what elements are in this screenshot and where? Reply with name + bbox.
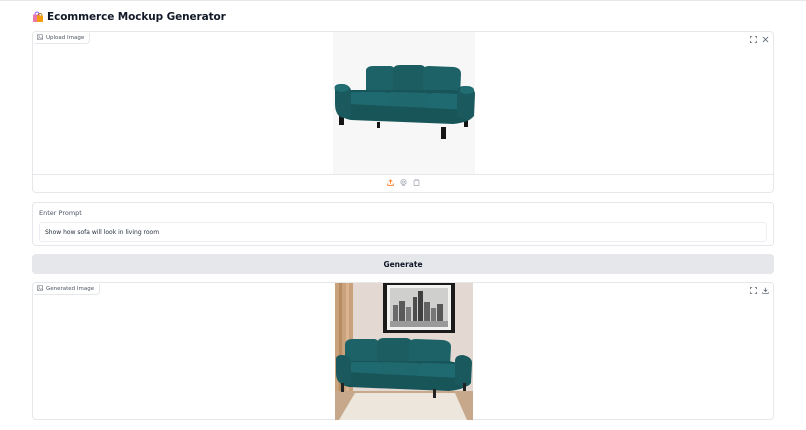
- generate-button[interactable]: Generate: [32, 254, 774, 274]
- image-icon: [37, 285, 43, 293]
- clipboard-icon[interactable]: [412, 178, 420, 186]
- top-divider: [0, 0, 806, 1]
- generated-image-panel: Generated Image: [32, 282, 774, 420]
- generated-image-label: Generated Image: [34, 284, 101, 295]
- shopping-bags-icon: [32, 11, 44, 23]
- panel-divider: [33, 174, 773, 175]
- upload-image-label: Upload Image: [34, 33, 91, 44]
- generated-room-image: [335, 283, 473, 420]
- page-title: Ecommerce Mockup Generator: [47, 11, 226, 23]
- image-icon: [37, 34, 43, 42]
- upload-icon[interactable]: [386, 178, 394, 186]
- download-icon[interactable]: [761, 286, 769, 294]
- fullscreen-icon[interactable]: [749, 35, 757, 43]
- webcam-icon[interactable]: [399, 178, 407, 186]
- app-header: Ecommerce Mockup Generator: [32, 10, 226, 24]
- uploaded-sofa-image: [333, 32, 475, 174]
- upload-image-panel[interactable]: Upload Image: [32, 31, 774, 193]
- prompt-label: Enter Prompt: [39, 209, 82, 217]
- close-icon[interactable]: [761, 35, 769, 43]
- prompt-input[interactable]: [39, 222, 767, 242]
- prompt-panel: Enter Prompt: [32, 202, 774, 246]
- fullscreen-icon[interactable]: [749, 286, 757, 294]
